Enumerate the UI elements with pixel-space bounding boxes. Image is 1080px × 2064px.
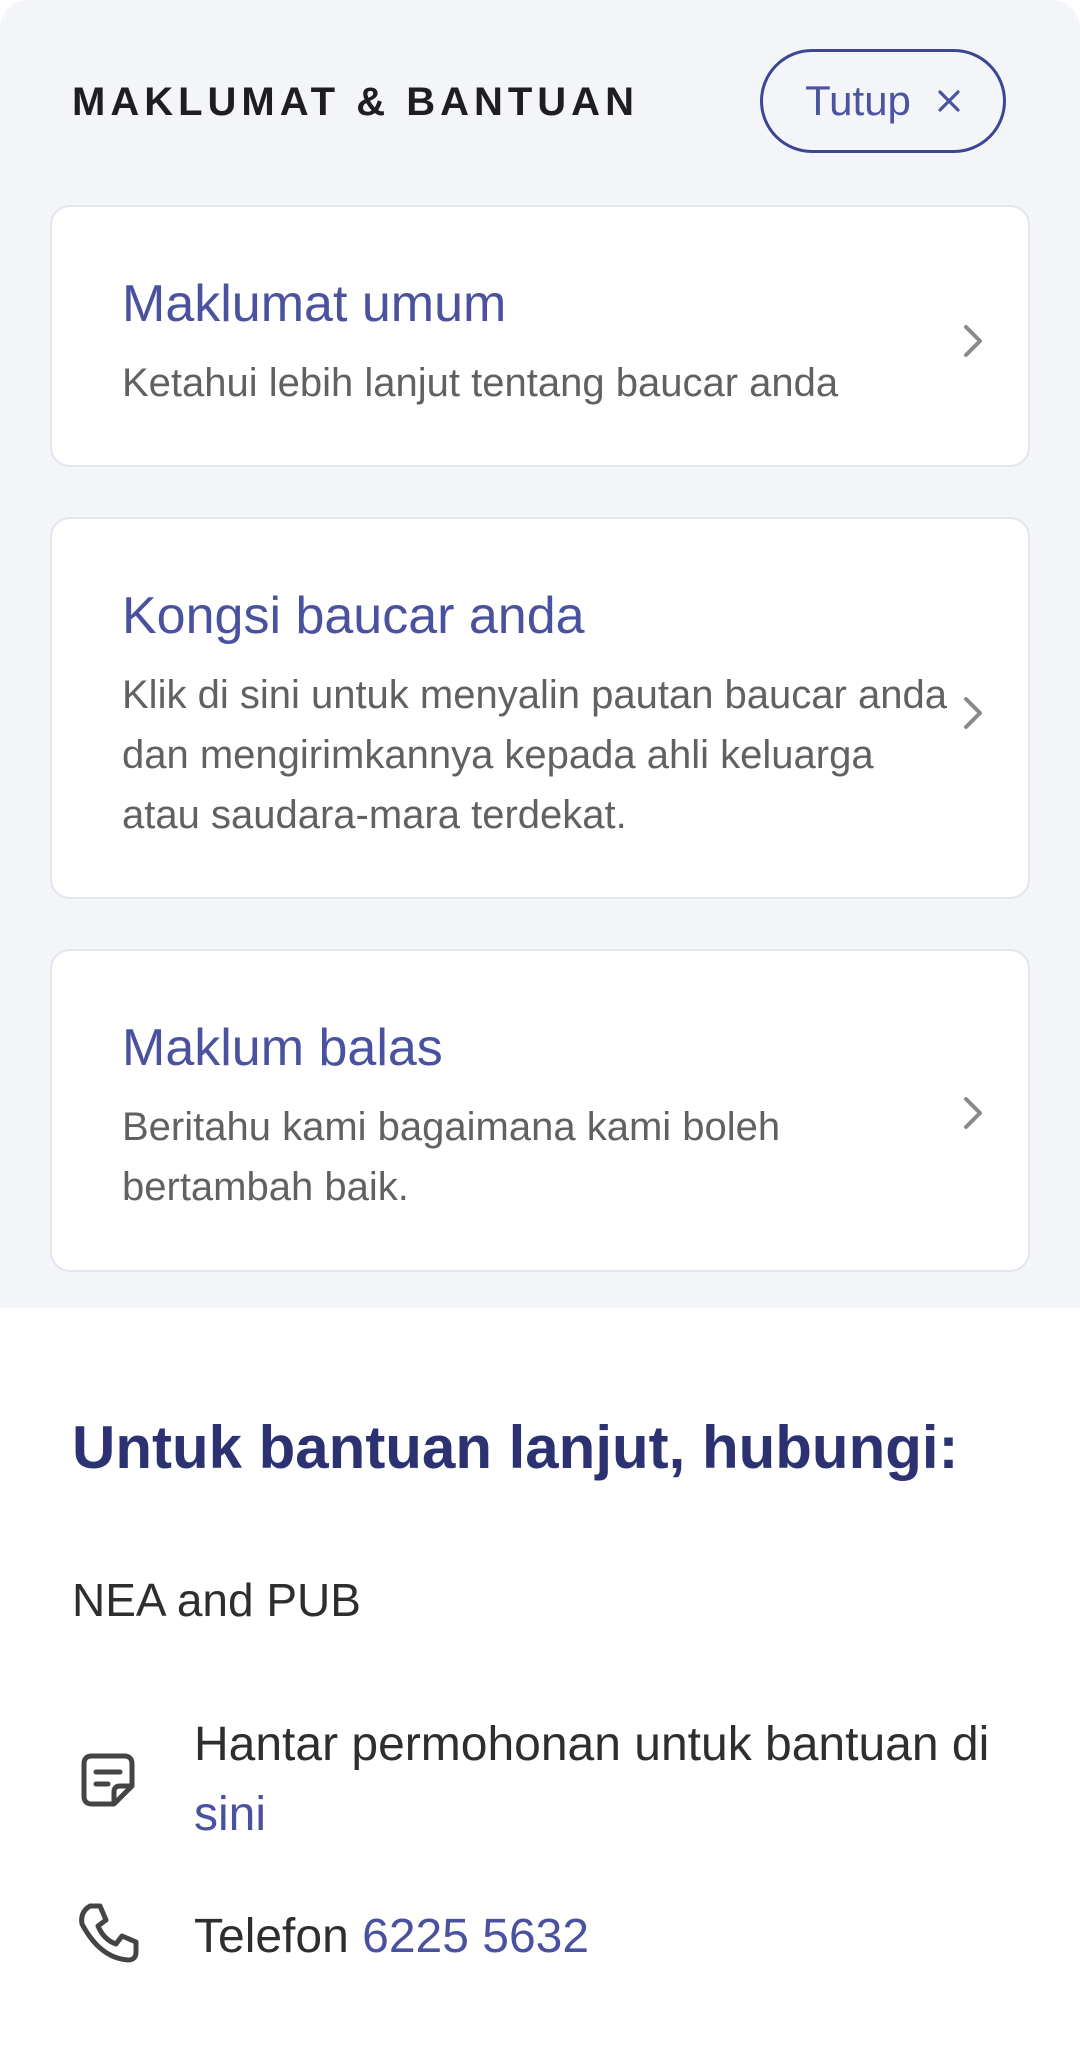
request-help-label: Hantar permohonan untuk bantuan di — [194, 1718, 990, 1771]
card-description: Klik di sini untuk menyalin pautan bauca… — [122, 673, 947, 837]
card-title: Kongsi baucar anda — [122, 587, 585, 645]
close-button[interactable]: Tutup — [760, 49, 1006, 153]
card-title: Maklumat umum — [122, 275, 507, 333]
sheet-title: MAKLUMAT & BANTUAN — [72, 80, 639, 124]
phone-row: Telefon 6225 5632 — [72, 1898, 1012, 1978]
card-feedback[interactable]: Maklum balas Beritahu kami bagaimana kam… — [50, 949, 1030, 1272]
organization-name: NEA and PUB — [72, 1574, 361, 1626]
document-form-icon — [81, 1753, 135, 1807]
request-help-text: Hantar permohonan untuk bantuan di sini — [194, 1710, 1014, 1850]
close-icon — [938, 90, 960, 112]
info-help-sheet: MAKLUMAT & BANTUAN Tutup Maklumat umum K… — [0, 0, 1080, 2064]
card-description: Ketahui lebih lanjut tentang baucar anda — [122, 361, 839, 405]
chevron-right-icon — [964, 325, 982, 357]
chevron-right-icon — [964, 1097, 982, 1129]
menu-panel: MAKLUMAT & BANTUAN Tutup Maklumat umum K… — [0, 0, 1080, 1308]
card-description: Beritahu kami bagaimana kami boleh berta… — [122, 1105, 781, 1209]
close-button-label: Tutup — [805, 77, 911, 124]
chevron-right-icon — [964, 697, 982, 729]
card-title: Maklum balas — [122, 1019, 443, 1077]
card-general-info[interactable]: Maklumat umum Ketahui lebih lanjut tenta… — [50, 205, 1030, 467]
request-help-link[interactable]: sini — [194, 1788, 266, 1841]
card-share-voucher[interactable]: Kongsi baucar anda Klik di sini untuk me… — [50, 517, 1030, 899]
phone-icon — [79, 1903, 139, 1963]
phone-label: Telefon — [194, 1910, 349, 1963]
request-help-row: Hantar permohonan untuk bantuan di sini — [72, 1710, 1012, 1850]
phone-text: Telefon 6225 5632 — [194, 1902, 1014, 1972]
phone-number-link[interactable]: 6225 5632 — [362, 1910, 589, 1963]
help-heading: Untuk bantuan lanjut, hubungi: — [72, 1414, 959, 1481]
